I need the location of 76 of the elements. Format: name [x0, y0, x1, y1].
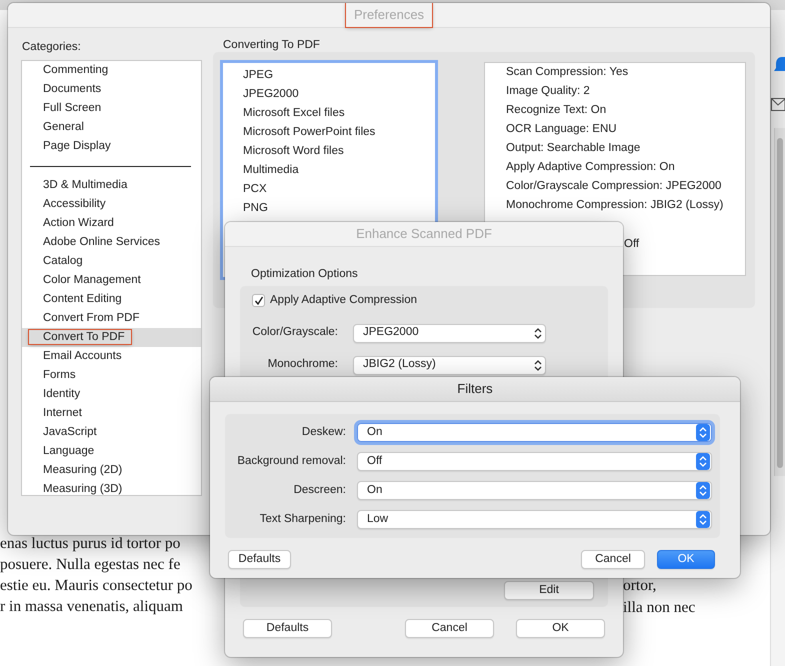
file-type-item[interactable]: Microsoft PowerPoint files	[243, 123, 435, 142]
dialog-button[interactable]: OK	[516, 619, 605, 638]
setting-text: Recognize Text: On	[506, 103, 608, 118]
section-label: Categories:	[22, 40, 82, 55]
category-item[interactable]: Catalog	[22, 252, 201, 272]
window-title: Filters	[456, 380, 494, 398]
edit-button[interactable]: Edit	[504, 581, 594, 600]
category-item[interactable]: General	[22, 118, 201, 138]
file-type-item[interactable]: Microsoft Word files	[243, 142, 435, 161]
checkbox[interactable]	[252, 294, 265, 308]
field-label: Color/Grayscale:	[252, 325, 338, 340]
category-item[interactable]: Color Management	[22, 271, 201, 290]
dialog-button[interactable]: Defaults	[228, 550, 291, 569]
category-item[interactable]: Measuring (3D)	[22, 480, 201, 500]
category-item[interactable]: Full Screen	[22, 99, 201, 118]
stepper-icon	[696, 511, 710, 528]
stepper-icon	[696, 453, 710, 470]
setting-text: Image Quality: 2	[506, 84, 591, 99]
stepper-icon	[696, 424, 710, 441]
section-label: Optimization Options	[251, 267, 359, 282]
category-item[interactable]: Adobe Online Services	[22, 233, 201, 252]
file-type-item[interactable]: Microsoft Excel files	[243, 104, 435, 123]
envelope-icon[interactable]	[771, 98, 785, 111]
file-type-item[interactable]: JPEG	[243, 66, 435, 85]
section-label: Converting To PDF	[223, 39, 321, 52]
dialog-button[interactable]: Defaults	[243, 619, 332, 638]
category-item[interactable]: 3D & Multimedia	[22, 176, 201, 196]
setting-text: Scan Compression: Yes	[506, 65, 630, 80]
stepper-icon	[696, 482, 710, 499]
window-title: Preferences	[346, 3, 432, 27]
document-text: posuere. Nulla egestas nec fe	[0, 555, 180, 575]
category-item[interactable]: JavaScript	[22, 423, 201, 442]
field-label: Monochrome:	[266, 357, 338, 372]
field-label: Descreen:	[292, 482, 346, 498]
dropdown[interactable]: JPEG2000	[353, 324, 546, 342]
document-text: ortor,	[623, 576, 656, 596]
category-item[interactable]: Commenting	[22, 61, 201, 80]
category-item[interactable]: Action Wizard	[22, 214, 201, 234]
setting-text: Apply Adaptive Compression: On	[506, 160, 676, 175]
category-item[interactable]: Convert From PDF	[22, 309, 201, 328]
file-type-item[interactable]: PNG	[243, 199, 435, 218]
dropdown[interactable]: Off	[357, 452, 712, 471]
setting-text: Output: Searchable Image	[506, 141, 642, 156]
document-text: illa non nec	[623, 598, 696, 618]
dropdown[interactable]: Low	[357, 510, 712, 529]
field-label: Background removal:	[236, 454, 346, 469]
field-label: Text Sharpening:	[258, 512, 346, 527]
setting-text: Color/Grayscale Compression: JPEG2000	[506, 179, 722, 194]
checkbox-label: Apply Adaptive Compression	[270, 293, 418, 308]
dialog-button[interactable]: Cancel	[405, 619, 494, 638]
category-item[interactable]: Documents	[22, 80, 201, 100]
document-text: r in massa venenatis, aliquam	[0, 597, 183, 617]
category-item[interactable]: Content Editing	[22, 290, 201, 310]
dropdown[interactable]: JBIG2 (Lossy)	[353, 356, 546, 374]
document-text: enas luctus purus id tortor po	[0, 534, 180, 554]
category-item[interactable]: Identity	[22, 385, 201, 404]
category-item[interactable]: Internet	[22, 404, 201, 424]
field-label: Deskew:	[300, 424, 346, 440]
setting-text: Off	[623, 237, 640, 252]
setting-text: Monochrome Compression: JBIG2 (Lossy)	[506, 198, 724, 213]
category-item[interactable]: Convert To PDF	[22, 328, 201, 348]
setting-text: OCR Language: ENU	[506, 122, 618, 137]
category-item[interactable]: Accessibility	[22, 195, 201, 214]
category-item[interactable]: Forms	[22, 366, 201, 386]
dropdown[interactable]: On	[357, 481, 712, 500]
file-type-item[interactable]: JPEG2000	[243, 85, 435, 104]
category-item[interactable]: Measuring (2D)	[22, 461, 201, 480]
category-item[interactable]: Page Display	[22, 137, 201, 156]
scrollbar-thumb[interactable]	[777, 138, 783, 468]
dialog-button[interactable]: Cancel	[581, 550, 645, 569]
category-item[interactable]: Email Accounts	[22, 347, 201, 366]
file-type-item[interactable]: Multimedia	[243, 161, 435, 180]
category-item[interactable]: Language	[22, 442, 201, 462]
document-text: estie eu. Mauris consectetur po	[0, 576, 192, 596]
file-type-item[interactable]: PCX	[243, 180, 435, 199]
dropdown[interactable]: On	[357, 423, 712, 442]
